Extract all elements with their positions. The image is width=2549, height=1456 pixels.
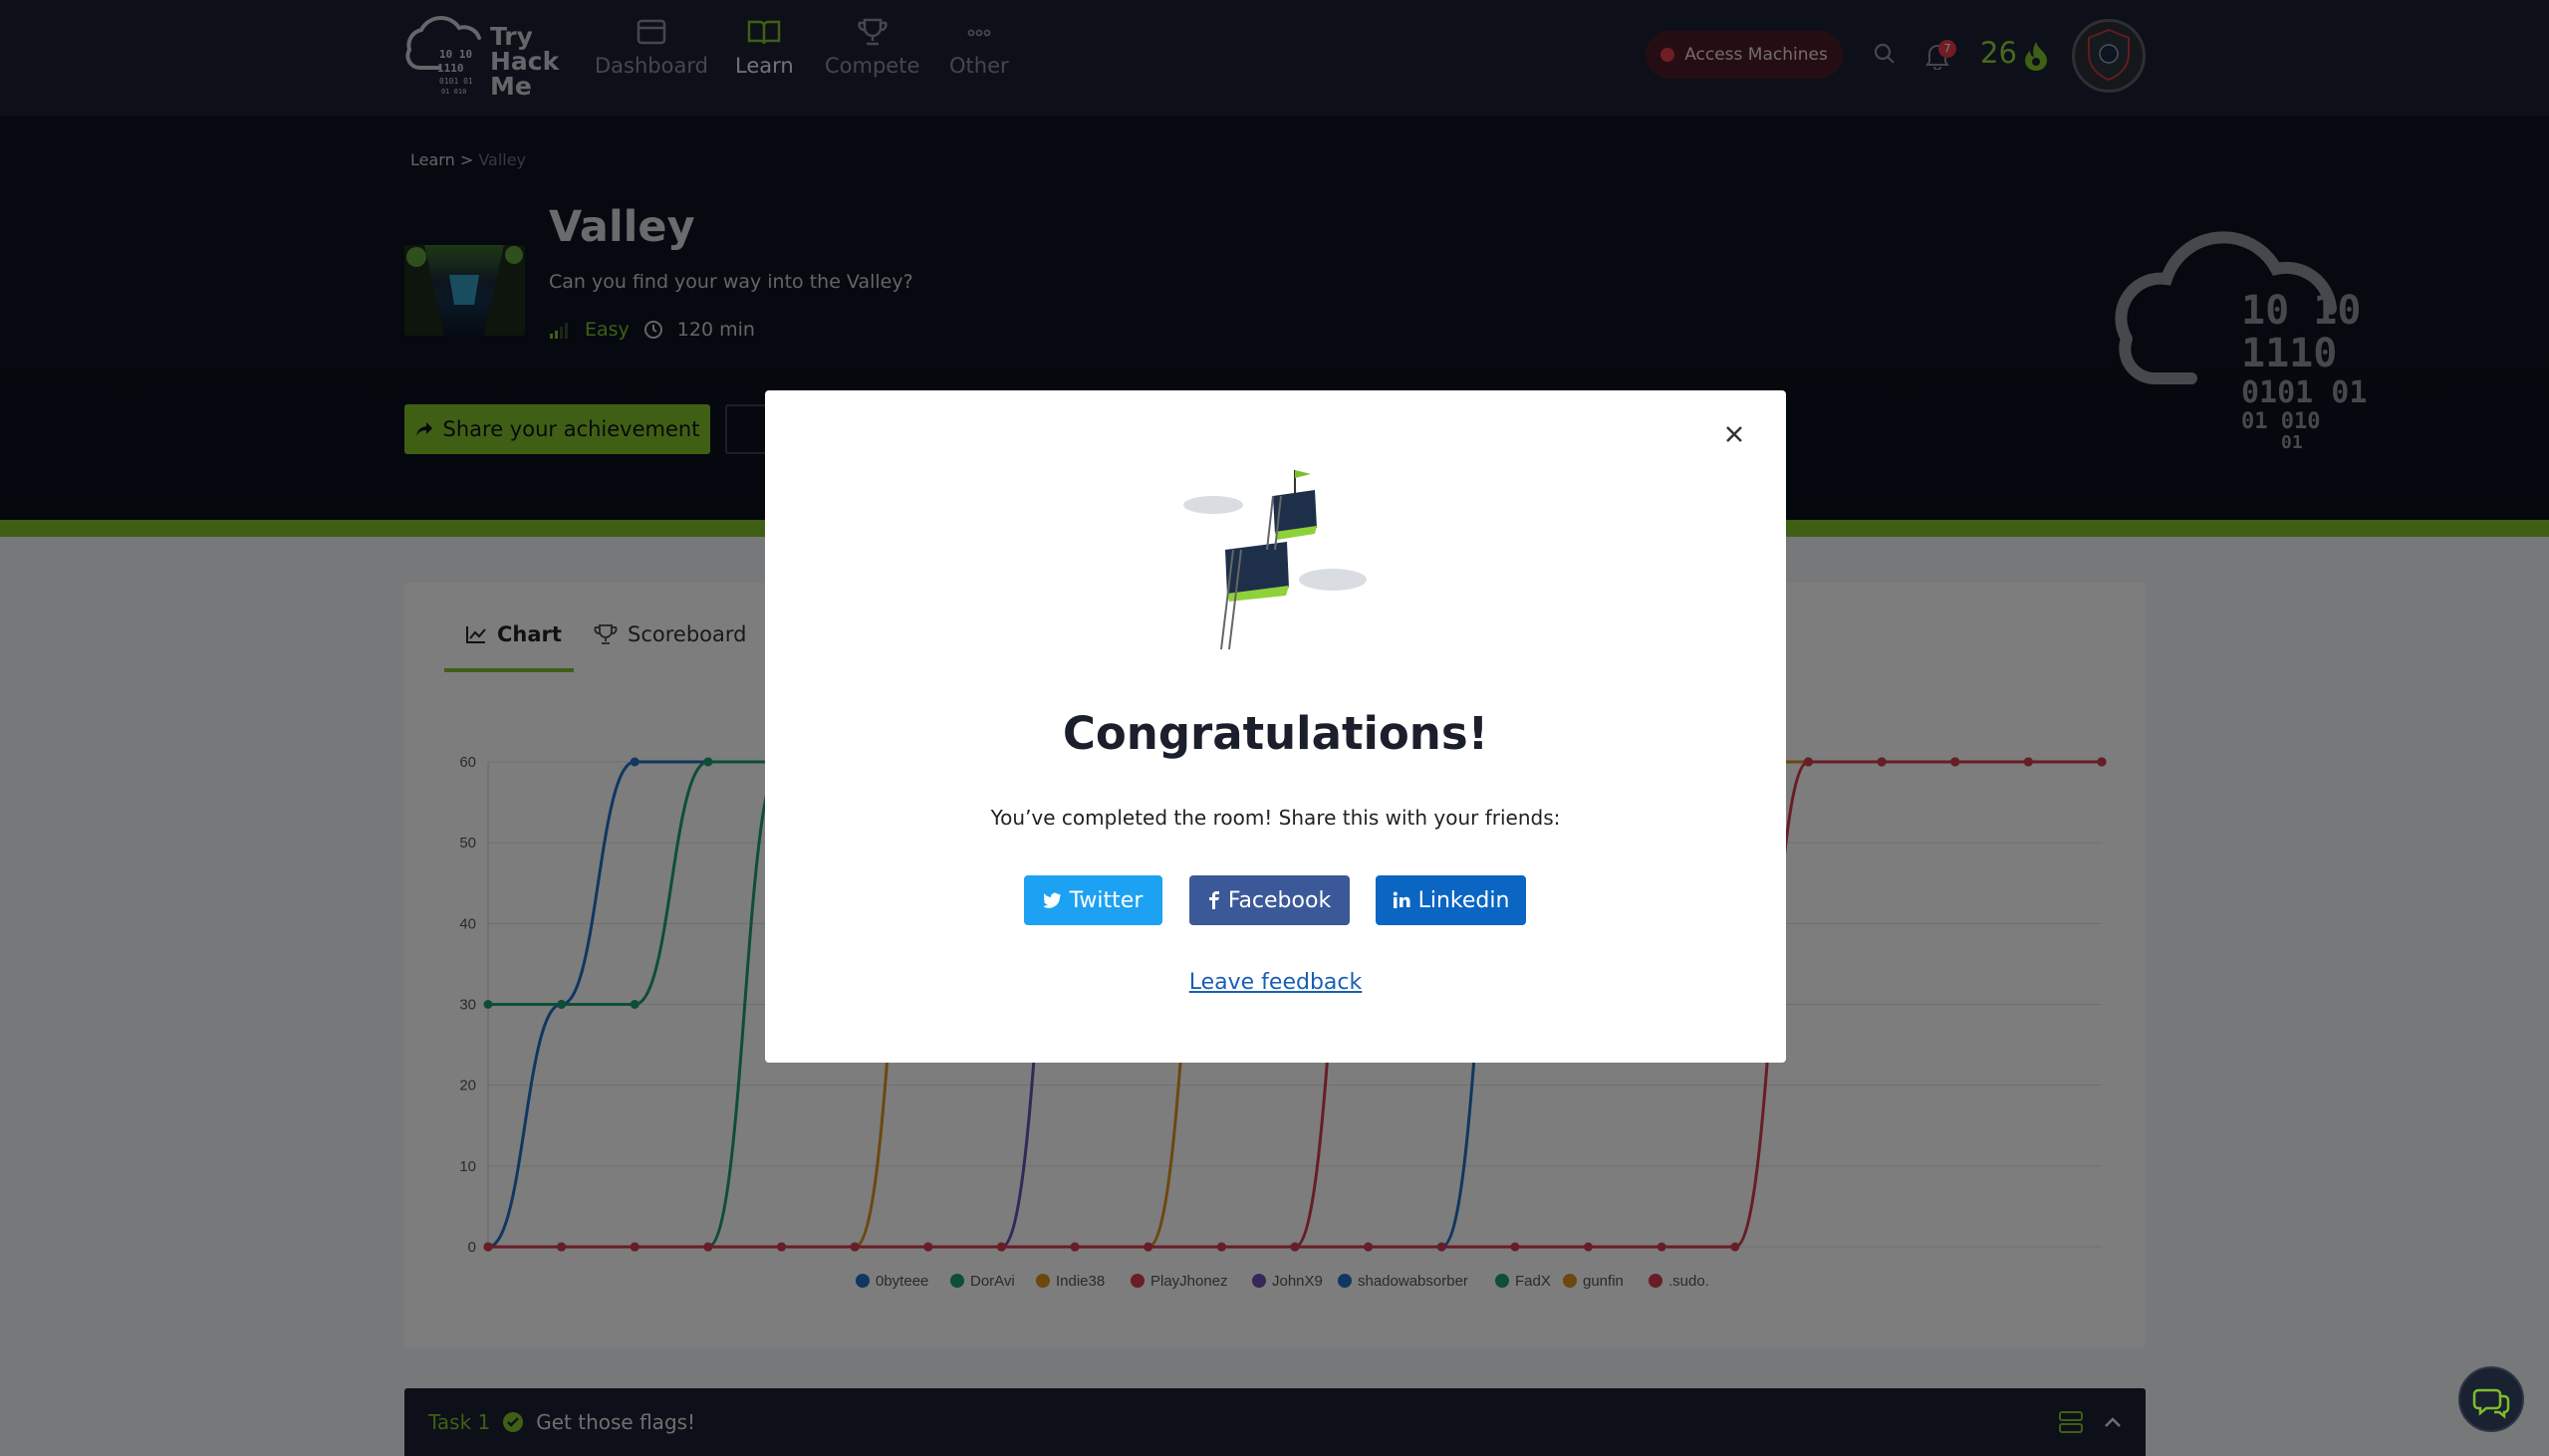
modal-title: Congratulations! <box>1062 707 1489 760</box>
facebook-icon <box>1208 891 1219 909</box>
chat-icon <box>2472 1388 2510 1419</box>
linkedin-icon <box>1393 891 1410 908</box>
twitter-share-button[interactable]: Twitter <box>1024 875 1162 925</box>
close-icon[interactable] <box>1720 420 1748 448</box>
facebook-share-button[interactable]: Facebook <box>1189 875 1350 925</box>
chat-support-button[interactable] <box>2458 1366 2524 1432</box>
modal-text: You’ve completed the room! Share this wi… <box>990 806 1561 830</box>
facebook-label: Facebook <box>1227 887 1332 913</box>
twitter-icon <box>1043 892 1061 908</box>
twitter-label: Twitter <box>1069 887 1144 913</box>
leave-feedback-link[interactable]: Leave feedback <box>765 970 1786 995</box>
linkedin-label: Linkedin <box>1417 887 1510 913</box>
success-tower-illustration <box>1183 470 1367 650</box>
congratulations-modal: Congratulations! You’ve completed the ro… <box>765 390 1786 1063</box>
linkedin-share-button[interactable]: Linkedin <box>1376 875 1526 925</box>
